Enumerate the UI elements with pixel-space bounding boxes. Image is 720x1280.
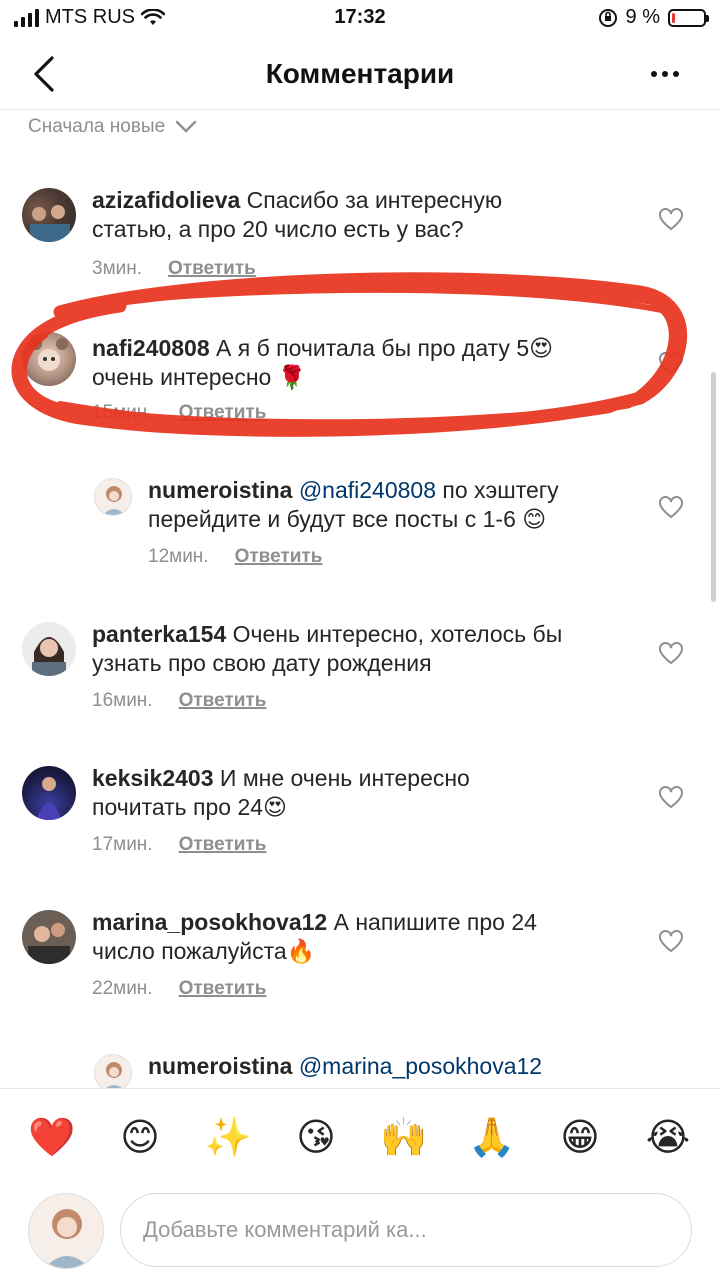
comment-time: 17мин. bbox=[92, 834, 153, 855]
comment-time: 12мин. bbox=[148, 546, 209, 567]
battery-percent: 9 % bbox=[625, 6, 660, 28]
emoji-raising-hands[interactable]: 🙌 bbox=[374, 1109, 434, 1165]
comment-reply-item: numeroistina @marina_posokhova12 bbox=[0, 1052, 720, 1088]
sort-label: Сначала новые bbox=[28, 116, 166, 137]
reply-button[interactable]: Ответить bbox=[179, 978, 267, 1000]
battery-level bbox=[672, 12, 675, 23]
comment-time: 22мин. bbox=[92, 978, 153, 999]
avatar[interactable] bbox=[22, 766, 76, 820]
avatar[interactable] bbox=[22, 188, 76, 242]
reply-button[interactable]: Ответить bbox=[235, 546, 323, 568]
comment-meta: 3мин. Ответить bbox=[92, 258, 256, 280]
comment-item: azizafidolieva Спасибо за интересную ста… bbox=[0, 186, 720, 286]
emoji-crying-face[interactable]: 😭 bbox=[638, 1109, 698, 1165]
avatar[interactable] bbox=[22, 910, 76, 964]
comment-item: nafi240808 А я б почитала бы про дату 5😍… bbox=[0, 330, 720, 430]
avatar[interactable] bbox=[22, 622, 76, 676]
comment-input-container[interactable] bbox=[120, 1193, 692, 1267]
comment-text: azizafidolieva Спасибо за интересную ста… bbox=[92, 187, 503, 242]
current-user-avatar bbox=[28, 1193, 104, 1269]
comment-time: 15мин. bbox=[92, 402, 153, 423]
avatar[interactable] bbox=[94, 478, 132, 516]
comment-text: marina_posokhova12 А напишите про 24 чис… bbox=[92, 909, 537, 964]
navigation-bar: Комментарии bbox=[0, 40, 720, 110]
battery-group: 9 % bbox=[598, 6, 709, 29]
battery-icon bbox=[668, 8, 709, 27]
more-options-icon[interactable] bbox=[648, 62, 682, 86]
heart-icon[interactable] bbox=[658, 352, 684, 376]
avatar[interactable] bbox=[22, 332, 76, 386]
comment-text: numeroistina @nafi240808 по хэштегу пере… bbox=[148, 477, 559, 532]
chevron-down-icon bbox=[175, 120, 197, 133]
reply-button[interactable]: Ответить bbox=[179, 402, 267, 424]
comment-meta: 12мин. Ответить bbox=[148, 546, 322, 568]
emoji-red-heart[interactable]: ❤️ bbox=[22, 1109, 82, 1165]
sort-dropdown[interactable]: Сначала новые bbox=[28, 116, 197, 138]
emoji-sparkles[interactable]: ✨ bbox=[198, 1109, 258, 1165]
comment-item: keksik2403 И мне очень интересно почитат… bbox=[0, 764, 720, 864]
heart-icon[interactable] bbox=[658, 786, 684, 810]
scrollbar[interactable] bbox=[711, 372, 716, 602]
reply-button[interactable]: Ответить bbox=[179, 690, 267, 712]
comment-username[interactable]: marina_posokhova12 bbox=[92, 909, 327, 935]
comment-meta: 16мин. Ответить bbox=[92, 690, 266, 712]
heart-icon[interactable] bbox=[658, 496, 684, 520]
heart-icon[interactable] bbox=[658, 930, 684, 954]
comment-username[interactable]: panterka154 bbox=[92, 621, 226, 647]
orientation-lock-icon bbox=[598, 8, 617, 27]
comment-username[interactable]: azizafidolieva bbox=[92, 187, 240, 213]
comment-reply-item: numeroistina @nafi240808 по хэштегу пере… bbox=[0, 476, 720, 586]
comment-meta: 15мин. Ответить bbox=[92, 402, 266, 424]
mention-link[interactable]: @nafi240808 bbox=[299, 477, 436, 503]
avatar[interactable] bbox=[94, 1054, 132, 1088]
comment-input[interactable] bbox=[143, 1217, 669, 1243]
comment-text: numeroistina @marina_posokhova12 bbox=[148, 1052, 648, 1081]
comment-time: 16мин. bbox=[92, 690, 153, 711]
mention-link[interactable]: @marina_posokhova12 bbox=[299, 1053, 542, 1079]
comment-text: keksik2403 И мне очень интересно почитат… bbox=[92, 765, 470, 820]
status-bar: MTS RUS 17:32 9 % bbox=[0, 0, 720, 40]
quick-emoji-bar: ❤️ 😊 ✨ 😘 🙌 🙏 😁 😭 bbox=[0, 1109, 720, 1165]
comment-text: nafi240808 А я б почитала бы про дату 5😍… bbox=[92, 335, 554, 390]
comment-composer: ❤️ 😊 ✨ 😘 🙌 🙏 😁 😭 bbox=[0, 1088, 720, 1280]
comment-username[interactable]: numeroistina bbox=[148, 477, 292, 503]
comment-meta: 22мин. Ответить bbox=[92, 978, 266, 1000]
heart-icon[interactable] bbox=[658, 208, 684, 232]
reply-button[interactable]: Ответить bbox=[179, 834, 267, 856]
page-title: Комментарии bbox=[265, 58, 455, 89]
comment-time: 3мин. bbox=[92, 258, 143, 279]
comment-username[interactable]: keksik2403 bbox=[92, 765, 214, 791]
comment-item: panterka154 Очень интересно, хотелось бы… bbox=[0, 620, 720, 720]
emoji-kissing-face[interactable]: 😘 bbox=[286, 1109, 346, 1165]
comment-username[interactable]: nafi240808 bbox=[92, 335, 210, 361]
heart-icon[interactable] bbox=[658, 642, 684, 666]
comment-username[interactable]: numeroistina bbox=[148, 1053, 292, 1079]
emoji-grinning-face[interactable]: 😁 bbox=[550, 1109, 610, 1165]
emoji-smiling-face[interactable]: 😊 bbox=[110, 1109, 170, 1165]
comment-item: marina_posokhova12 А напишите про 24 чис… bbox=[0, 908, 720, 1008]
comment-text: panterka154 Очень интересно, хотелось бы… bbox=[92, 621, 563, 676]
reply-button[interactable]: Ответить bbox=[168, 258, 256, 280]
emoji-folded-hands[interactable]: 🙏 bbox=[462, 1109, 522, 1165]
comment-meta: 17мин. Ответить bbox=[92, 834, 266, 856]
